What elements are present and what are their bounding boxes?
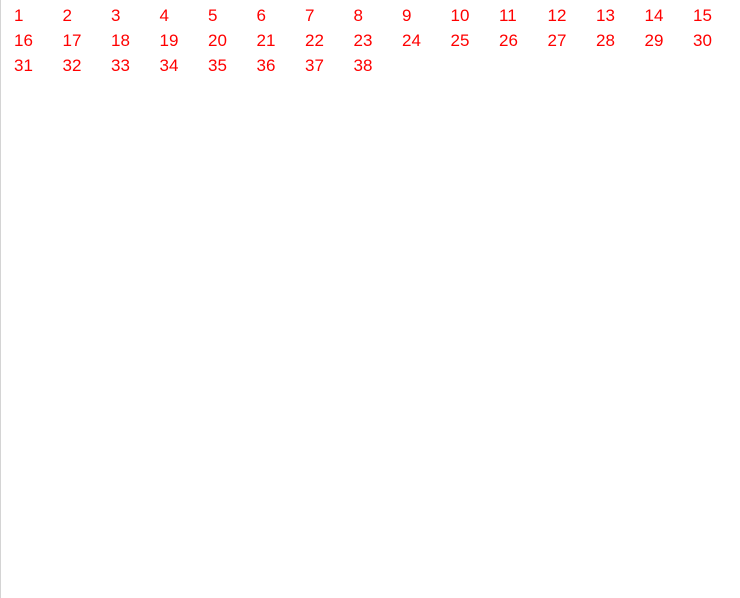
number-item: 31 xyxy=(14,56,33,75)
number-item: 27 xyxy=(547,31,567,50)
number-item: 25 xyxy=(450,31,470,50)
left-border-divider xyxy=(0,0,1,598)
number-item: 5 xyxy=(208,6,218,25)
number-item: 3 xyxy=(111,6,121,25)
number-item: 38 xyxy=(353,56,373,75)
number-item: 14 xyxy=(644,6,664,25)
number-item: 34 xyxy=(159,56,179,75)
number-item: 13 xyxy=(596,6,615,25)
number-item: 4 xyxy=(159,6,169,25)
page: 1 2 3 4 5 6 7 8 9 10 11 12 13 14 15 16 17 18 19 20 21 22 23 24 2… xyxy=(0,0,740,598)
number-item: 28 xyxy=(596,31,615,50)
number-item: 35 xyxy=(208,56,227,75)
number-item: 16 xyxy=(14,31,33,50)
number-item: 21 xyxy=(256,31,276,50)
number-item: 33 xyxy=(111,56,130,75)
number-item: 9 xyxy=(402,6,412,25)
number-item: 15 xyxy=(693,6,712,25)
number-item: 23 xyxy=(353,31,373,50)
number-item: 26 xyxy=(499,31,518,50)
number-item: 32 xyxy=(62,56,82,75)
number-item: 19 xyxy=(159,31,179,50)
number-item: 12 xyxy=(547,6,567,25)
number-item: 10 xyxy=(450,6,470,25)
number-item: 20 xyxy=(208,31,227,50)
number-item: 1 xyxy=(14,6,24,25)
number-item: 11 xyxy=(499,6,517,25)
number-item: 8 xyxy=(353,6,363,25)
number-item: 6 xyxy=(256,6,266,25)
number-item: 30 xyxy=(693,31,712,50)
number-item: 36 xyxy=(256,56,276,75)
number-item: 7 xyxy=(305,6,315,25)
number-item: 24 xyxy=(402,31,421,50)
number-item: 22 xyxy=(305,31,324,50)
number-item: 18 xyxy=(111,31,130,50)
number-grid: 1 2 3 4 5 6 7 8 9 10 11 12 13 14 15 16 17 18 19 20 21 22 23 24 2… xyxy=(14,3,740,78)
number-item: 17 xyxy=(62,31,82,50)
number-item: 37 xyxy=(305,56,324,75)
number-item: 29 xyxy=(644,31,664,50)
number-item: 2 xyxy=(62,6,72,25)
